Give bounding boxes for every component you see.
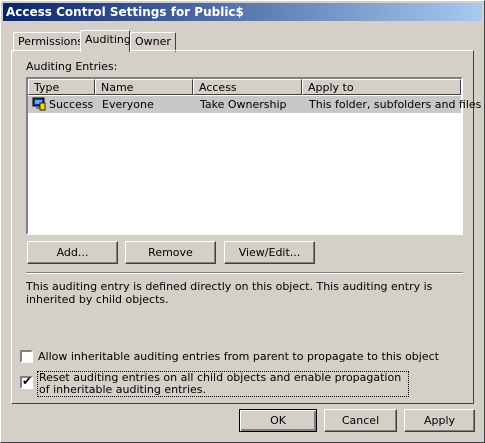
add-button[interactable]: Add... — [27, 241, 118, 264]
tab-permissions-label: Permissions — [18, 35, 84, 48]
column-header-apply-to[interactable]: Apply to — [302, 79, 461, 95]
tab-auditing-label: Auditing — [85, 33, 131, 46]
access-control-settings-window: Access Control Settings for Public$ Perm… — [0, 0, 485, 443]
apply-button[interactable]: Apply — [404, 409, 475, 432]
remove-button[interactable]: Remove — [125, 241, 216, 264]
reset-child-entries-label[interactable]: Reset auditing entries on all child obje… — [37, 371, 409, 397]
auditing-entries-list[interactable]: Type Name Access Apply to Success Everyo… — [26, 77, 481, 235]
row-apply-to: This folder, subfolders and files — [309, 98, 482, 111]
window-title: Access Control Settings for Public$ — [6, 5, 244, 19]
column-header-access[interactable]: Access — [193, 79, 302, 95]
table-row[interactable]: Success Everyone Take Ownership This fol… — [28, 96, 481, 116]
tab-auditing[interactable]: Auditing — [80, 30, 131, 52]
title-bar[interactable]: Access Control Settings for Public$ — [3, 3, 482, 21]
entry-description: This auditing entry is defined directly … — [26, 280, 433, 306]
row-type: Success — [49, 98, 94, 111]
row-access: Take Ownership — [200, 98, 287, 111]
column-header-type[interactable]: Type — [28, 79, 95, 95]
tab-owner-label: Owner — [135, 35, 171, 48]
tab-permissions[interactable]: Permissions — [13, 32, 89, 52]
separator — [26, 272, 463, 274]
ok-button[interactable]: OK — [239, 409, 317, 432]
reset-child-entries-checkbox[interactable]: ✔ — [20, 374, 33, 389]
audit-entry-icon — [32, 97, 46, 116]
row-name: Everyone — [102, 98, 154, 111]
cancel-button[interactable]: Cancel — [324, 409, 397, 432]
allow-inheritable-label[interactable]: Allow inheritable auditing entries from … — [38, 350, 439, 363]
tab-owner[interactable]: Owner — [130, 32, 176, 52]
view-edit-button[interactable]: View/Edit... — [224, 241, 315, 264]
column-header-name[interactable]: Name — [95, 79, 193, 95]
auditing-entries-label: Auditing Entries: — [26, 60, 118, 73]
checkmark-icon: ✔ — [22, 374, 33, 388]
allow-inheritable-checkbox[interactable] — [20, 350, 33, 363]
